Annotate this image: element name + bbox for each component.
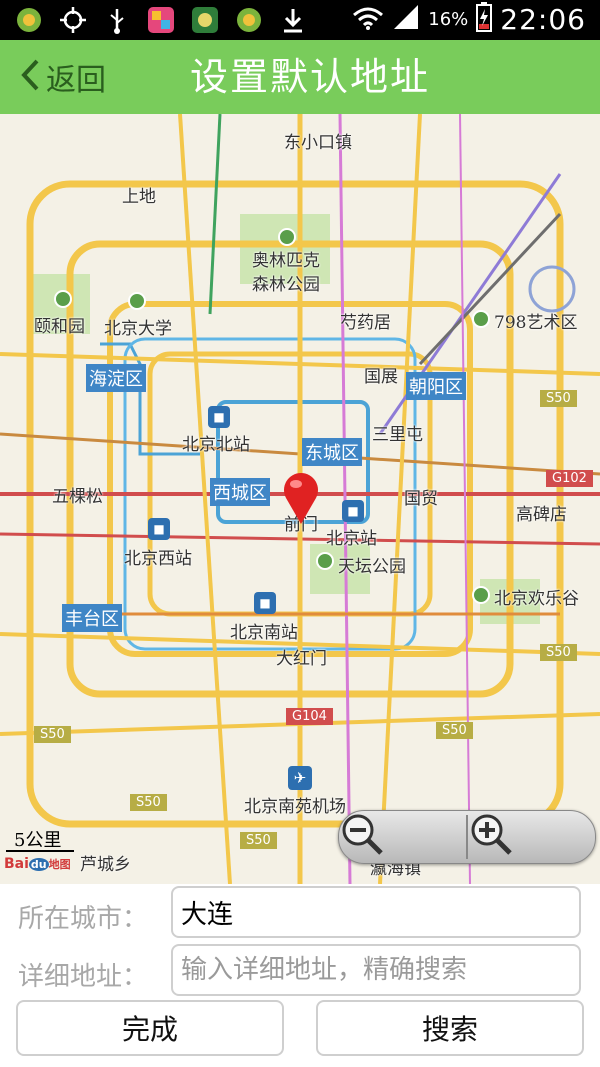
map-label: 北京欢乐谷 [494,589,579,609]
city-input[interactable] [171,886,581,938]
park-icon [316,552,334,570]
road-shield: S50 [540,390,577,407]
map-label: 森林公园 [252,275,320,295]
map-label: 北京站 [326,529,377,549]
gps-icon [58,5,88,35]
map-label: 798艺术区 [494,313,578,333]
train-station-icon: ■ [342,500,364,522]
map-label: 东小口镇 [284,133,352,153]
map-scale: 5公里 [14,830,62,851]
map-label: 颐和园 [34,317,85,337]
map-label: 北京大学 [104,319,172,339]
app-icon [234,5,264,35]
status-bar: 16% 22:06 [0,0,600,40]
address-form: 所在城市： 详细地址： 完成 搜索 [0,884,600,1067]
zoom-in-button[interactable] [468,811,595,863]
map-label: 高碑店 [516,505,567,525]
district-label: 海淀区 [86,364,146,392]
map-label: 国展 [364,367,398,387]
road-shield: G102 [546,470,593,487]
road-shield: S50 [540,644,577,661]
map-view[interactable]: 东小口镇 上地 奥林匹克 森林公园 颐和园 北京大学 芍药居 798艺术区 国展… [0,114,600,884]
park-icon [472,310,490,328]
app-icon [190,5,220,35]
app-store-icon [146,5,176,35]
address-label: 详细地址： [18,962,149,992]
district-label: 东城区 [302,438,362,466]
zoom-controls [338,810,596,864]
signal-icon [392,3,420,35]
district-label: 朝阳区 [406,372,466,400]
download-icon [278,5,308,35]
address-input[interactable] [171,944,581,996]
map-label: 天坛公园 [338,557,406,577]
map-label: 国贸 [404,489,438,509]
train-station-icon: ■ [148,518,170,540]
app-icon [14,5,44,35]
baidu-map-logo: Bai du 地图 [4,856,71,872]
battery-percent: 16% [428,8,469,30]
district-label: 西城区 [210,478,270,506]
airport-icon: ✈ [288,766,312,790]
road-shield: S50 [436,722,473,739]
map-label: 三里屯 [372,425,423,445]
title-bar: 返回 设置默认地址 [0,40,600,114]
notification-icons [14,5,308,35]
page-title: 设置默认地址 [189,55,430,99]
park-icon [54,290,72,308]
map-label: 上地 [122,187,156,207]
road-shield: S50 [240,832,277,849]
city-label: 所在城市： [18,904,149,934]
map-label: 五棵松 [52,487,103,507]
wifi-icon [352,3,384,35]
train-station-icon: ■ [208,406,230,428]
train-station-icon: ■ [254,592,276,614]
map-label: 北京南站 [230,623,298,643]
district-label: 丰台区 [62,604,122,632]
search-button[interactable]: 搜索 [316,1000,584,1056]
battery-icon [476,2,493,36]
park-icon [128,292,146,310]
scale-bar [6,850,74,852]
road-shield: G104 [286,708,333,725]
map-label: 北京南苑机场 [244,797,346,817]
zoom-out-button[interactable] [339,811,466,863]
road-shield: S50 [130,794,167,811]
map-label: 芍药居 [340,313,391,333]
clock: 22:06 [500,2,586,36]
map-label: 北京西站 [124,549,192,569]
map-label: 芦城乡 [80,855,131,875]
map-label: 大红门 [276,649,327,669]
map-label: 北京北站 [182,435,250,455]
done-button[interactable]: 完成 [16,1000,284,1056]
park-icon [472,586,490,604]
system-status: 16% 22:06 [352,2,586,36]
road-shield: S50 [34,726,71,743]
map-label: 奥林匹克 [252,251,320,271]
park-icon [278,228,296,246]
usb-icon [102,5,132,35]
